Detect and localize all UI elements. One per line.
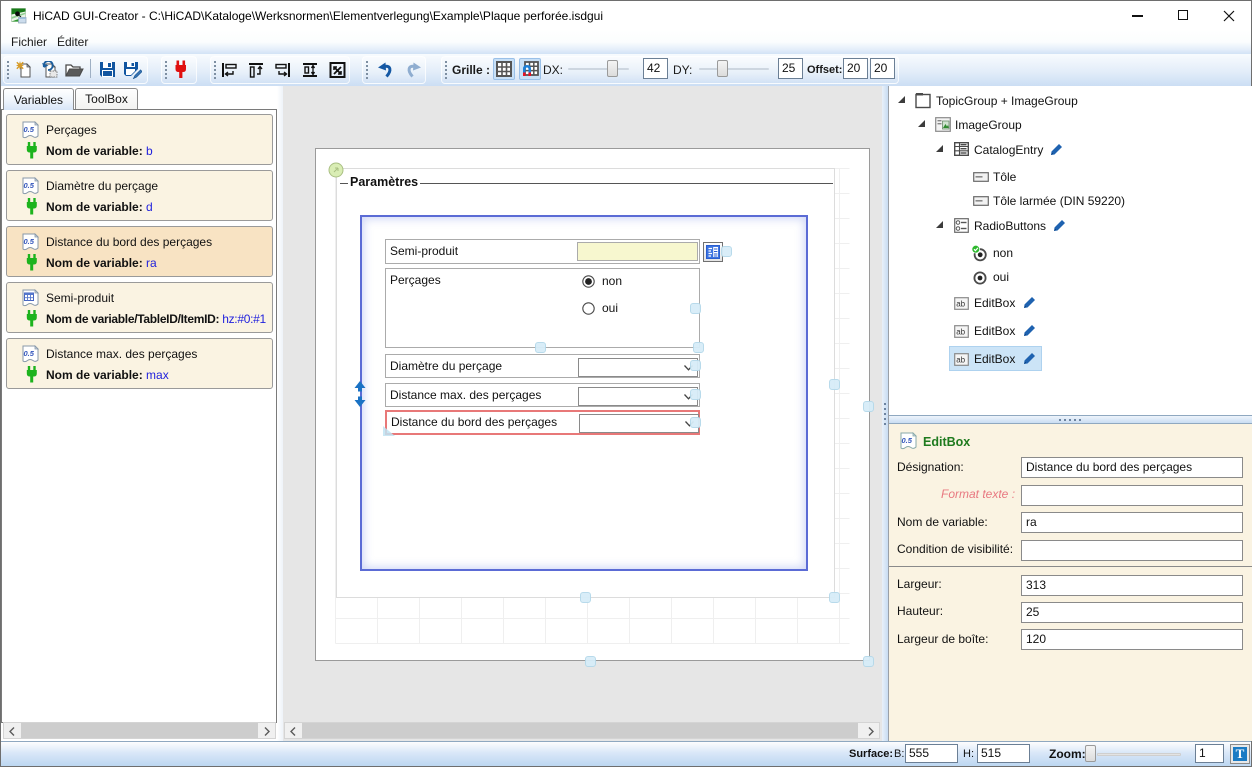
svg-text:ab: ab — [956, 300, 965, 309]
svg-text:0.5: 0.5 — [24, 349, 35, 358]
svg-text:ab: ab — [956, 356, 965, 365]
svg-text:0.5: 0.5 — [902, 436, 913, 445]
svg-text:0.5: 0.5 — [24, 181, 35, 190]
svg-text:0.5: 0.5 — [24, 125, 35, 134]
svg-text:ab: ab — [956, 328, 965, 337]
svg-text:0.5: 0.5 — [24, 237, 35, 246]
